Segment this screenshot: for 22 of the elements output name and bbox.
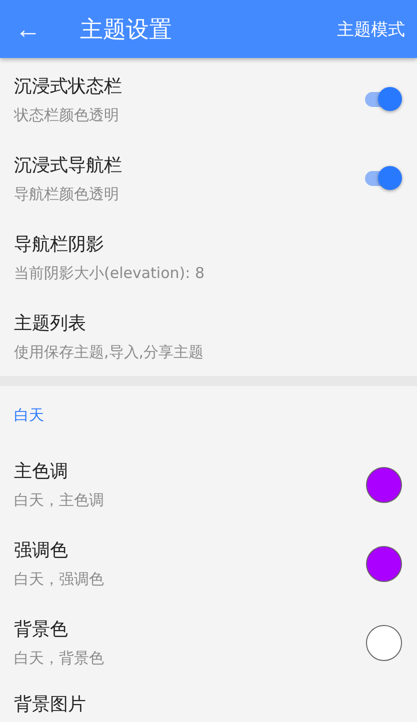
- back-button[interactable]: ←: [14, 14, 42, 44]
- theme-mode-button[interactable]: 主题模式: [337, 18, 405, 40]
- setting-summary: 白天，强调色: [14, 570, 105, 589]
- setting-summary: 当前阴影大小(elevation): 8: [14, 264, 206, 283]
- color-swatch[interactable]: [366, 624, 402, 660]
- setting-title: 沉浸式状态栏: [14, 75, 123, 98]
- color-swatch[interactable]: [366, 466, 402, 502]
- setting-title: 主题列表: [14, 312, 87, 335]
- color-swatch[interactable]: [366, 546, 402, 582]
- setting-summary: 白天，背景色: [14, 649, 105, 668]
- setting-summary: 使用保存主题,导入,分享主题: [14, 343, 205, 362]
- setting-title: 背景图片: [14, 693, 87, 716]
- setting-summary: 状态栏颜色透明: [14, 106, 120, 125]
- setting-title: 背景色: [14, 618, 69, 641]
- page-title: 主题设置: [80, 16, 173, 44]
- section-header: 白天: [13, 405, 45, 426]
- setting-summary: 导航栏颜色透明: [14, 185, 120, 204]
- setting-title: 主色调: [14, 460, 69, 483]
- setting-title: 强调色: [14, 539, 69, 562]
- setting-title: 沉浸式导航栏: [14, 154, 123, 177]
- setting-title: 导航栏阴影: [14, 233, 105, 256]
- setting-summary: 白天，主色调: [14, 491, 105, 510]
